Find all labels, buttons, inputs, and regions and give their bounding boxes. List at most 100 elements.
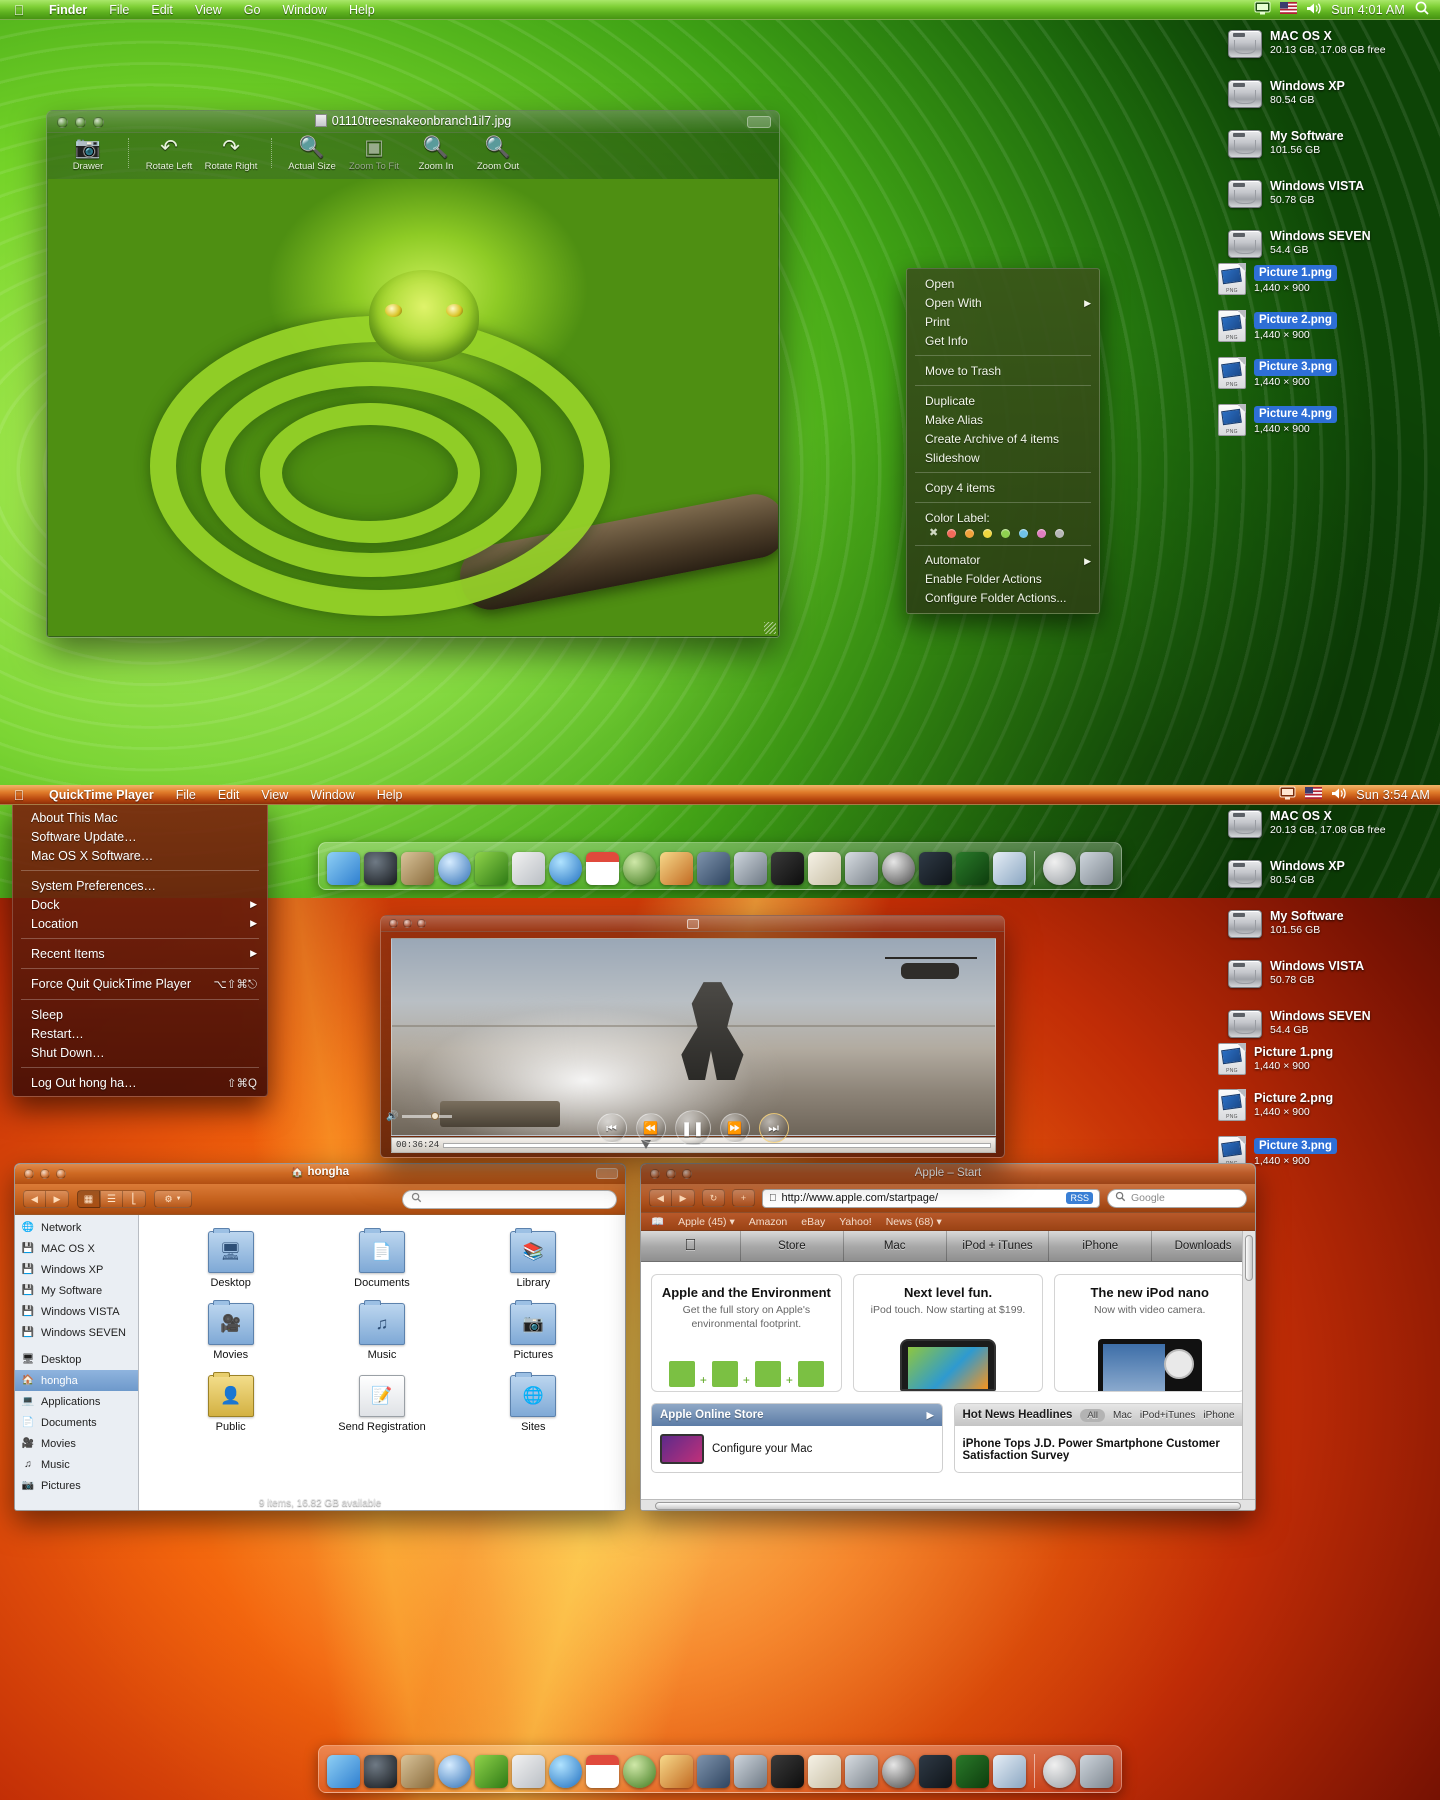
dock-icon-time-machine[interactable]: [623, 852, 656, 885]
finder-item-send-registration[interactable]: 📝 Send Registration: [306, 1375, 457, 1433]
color-swatch-purple[interactable]: [1037, 528, 1046, 538]
toolbar-actual-size-button[interactable]: 🔍 Actual Size: [281, 135, 343, 172]
preview-titlebar[interactable]: 01110treesnakeonbranch1il7.jpg: [47, 111, 779, 133]
sidebar-item-windows-vista[interactable]: 💾 Windows VISTA: [15, 1301, 138, 1322]
us-flag-icon[interactable]: [1280, 2, 1298, 17]
finder-item-documents[interactable]: 📄 Documents: [306, 1228, 457, 1289]
color-swatch-green[interactable]: [1001, 528, 1010, 538]
book-icon[interactable]: 📖: [651, 1215, 664, 1228]
apple-menu-item-software-update[interactable]: Software Update…: [13, 827, 267, 846]
column-view-button[interactable]: ⎣: [123, 1190, 146, 1208]
menu-item-file[interactable]: File: [165, 788, 207, 802]
dock-icon-preview[interactable]: [993, 852, 1026, 885]
context-menu-item-configure-folder-actions[interactable]: Configure Folder Actions...: [907, 589, 1099, 608]
color-swatch-yellow[interactable]: [983, 528, 992, 538]
context-menu-item-create-archive[interactable]: Create Archive of 4 items: [907, 429, 1099, 448]
pause-button[interactable]: ❚❚: [674, 1110, 711, 1146]
toolbar-zoom-out-button[interactable]: 🔍 Zoom Out: [467, 135, 529, 172]
menubar-clock[interactable]: Sun 3:54 AM: [1356, 788, 1430, 802]
dock-icon-ichat[interactable]: [475, 1755, 508, 1788]
forward-button[interactable]: ▶: [672, 1189, 695, 1207]
promo-environment[interactable]: Apple and the Environment Get the full s…: [651, 1274, 842, 1392]
finder-window[interactable]: 🏠hongha ◀ ▶ ▦ ☰ ⎣ ⚙▼ 🌐 Network �: [14, 1163, 626, 1511]
forward-button[interactable]: ▶: [46, 1190, 69, 1208]
promo-ipod-nano[interactable]: The new iPod nano Now with video camera.: [1054, 1274, 1246, 1392]
dock-icon-address-book[interactable]: [401, 852, 434, 885]
sidebar-item-hongha[interactable]: 🏠 hongha: [15, 1370, 138, 1391]
sidebar-item-pictures[interactable]: 📷 Pictures: [15, 1475, 138, 1496]
dock-icon-terminal[interactable]: [771, 852, 804, 885]
bookmark-ebay[interactable]: eBay: [801, 1216, 825, 1228]
dock-icon-spaces[interactable]: [697, 852, 730, 885]
chevron-right-icon[interactable]: ▶: [927, 1410, 934, 1421]
dock-icon-safari[interactable]: [438, 852, 471, 885]
safari-url-input[interactable]:  http://www.apple.com/startpage/ RSS: [762, 1188, 1100, 1208]
quicktime-titlebar[interactable]: [381, 916, 1004, 932]
context-menu-item-slideshow[interactable]: Slideshow: [907, 448, 1099, 467]
context-menu-item-automator[interactable]: Automator ▶: [907, 551, 1099, 570]
context-menu-item-open-with[interactable]: Open With ▶: [907, 293, 1099, 312]
hot-news-panel[interactable]: Hot News Headlines All Mac iPod+iTunes i…: [953, 1403, 1245, 1473]
desktop-drive-item[interactable]: MAC OS X 20.13 GB, 17.08 GB free: [1228, 28, 1428, 58]
safari-window[interactable]: Apple – Start ◀ ▶ ↻ +  http://www.apple…: [640, 1163, 1256, 1511]
dock-icon-mail[interactable]: [512, 1755, 545, 1788]
menu-item-help[interactable]: Help: [366, 788, 414, 802]
sidebar-item-my-software[interactable]: 💾 My Software: [15, 1280, 138, 1301]
safari-page-content[interactable]:  Store Mac iPod + iTunes iPhone Downloa…: [641, 1231, 1255, 1510]
menu-item-quicktime-player[interactable]: QuickTime Player: [38, 788, 165, 802]
list-view-button[interactable]: ☰: [100, 1190, 123, 1208]
finder-content-area[interactable]: 🖥 Desktop 📄 Documents 📚 Library 🎥 Movies…: [139, 1215, 625, 1510]
bookmark-amazon[interactable]: Amazon: [749, 1216, 788, 1228]
back-button[interactable]: ◀: [649, 1189, 672, 1207]
context-menu-item-open[interactable]: Open: [907, 274, 1099, 293]
sidebar-item-windows-seven[interactable]: 💾 Windows SEVEN: [15, 1322, 138, 1343]
desktop-drive-item[interactable]: My Software 101.56 GB: [1228, 128, 1428, 158]
apple-menu-icon[interactable]: : [0, 787, 38, 803]
dock-icon-quicktime[interactable]: [882, 1755, 915, 1788]
desktop-drive-item[interactable]: Windows SEVEN 54.4 GB: [1228, 228, 1428, 258]
rss-badge[interactable]: RSS: [1066, 1192, 1093, 1204]
apple-menu-item-restart[interactable]: Restart…: [13, 1024, 267, 1043]
dock-icon-ichat[interactable]: [475, 852, 508, 885]
dock-icon-activity-monitor[interactable]: [956, 1755, 989, 1788]
finder-nav-buttons[interactable]: ◀ ▶: [23, 1190, 69, 1208]
context-menu-item-get-info[interactable]: Get Info: [907, 331, 1099, 350]
color-swatch-blue[interactable]: [1019, 528, 1028, 538]
dock-icon-at-symbol[interactable]: [1043, 1755, 1076, 1788]
nav-tab-iphone[interactable]: iPhone: [1049, 1231, 1153, 1261]
finder-item-music[interactable]: ♫ Music: [306, 1300, 457, 1361]
toolbar-toggle-button[interactable]: [747, 116, 771, 128]
sidebar-item-desktop[interactable]: 🖥 Desktop: [15, 1349, 138, 1370]
desktop-drive-item[interactable]: My Software 101.56 GB: [1228, 908, 1428, 938]
menu-item-finder[interactable]: Finder: [38, 3, 98, 17]
apple-menu-item-sleep[interactable]: Sleep: [13, 1005, 267, 1024]
desktop-file-item[interactable]: PNG Picture 2.png 1,440 × 900: [1218, 309, 1428, 342]
menu-item-edit[interactable]: Edit: [207, 788, 251, 802]
no-color-label-icon[interactable]: ✖: [929, 527, 938, 538]
dock-icon-iphoto[interactable]: [660, 1755, 693, 1788]
menubar-clock[interactable]: Sun 4:01 AM: [1331, 3, 1405, 17]
menu-item-file[interactable]: File: [98, 3, 140, 17]
bottom-dock[interactable]: [318, 1745, 1122, 1793]
minimize-button[interactable]: [403, 919, 412, 928]
dock-icon-itunes[interactable]: [549, 852, 582, 885]
desktop-file-item[interactable]: PNG Picture 3.png 1,440 × 900: [1218, 356, 1428, 389]
dock-icon-terminal[interactable]: [771, 1755, 804, 1788]
back-button[interactable]: ◀: [23, 1190, 46, 1208]
volume-icon[interactable]: [1331, 787, 1347, 803]
finder-context-menu[interactable]: Open Open With ▶ Print Get Info Move to …: [906, 268, 1100, 614]
menu-item-go[interactable]: Go: [233, 3, 272, 17]
apple-menu-dropdown[interactable]: About This Mac Software Update… Mac OS X…: [12, 803, 268, 1097]
safari-horizontal-scrollbar[interactable]: [641, 1499, 1255, 1510]
window-traffic-lights[interactable]: [389, 919, 426, 928]
bookmark-apple[interactable]: Apple (45) ▾: [678, 1216, 735, 1228]
volume-icon[interactable]: [1306, 2, 1322, 18]
apple-menu-icon[interactable]: : [0, 2, 38, 18]
news-filter-mac[interactable]: Mac: [1113, 1410, 1132, 1421]
news-headline[interactable]: iPhone Tops J.D. Power Smartphone Custom…: [955, 1426, 1245, 1470]
color-swatch-orange[interactable]: [965, 528, 974, 538]
desktop-file-item[interactable]: PNG Picture 4.png 1,440 × 900: [1218, 403, 1428, 436]
store-panel-body[interactable]: Configure your Mac: [652, 1426, 942, 1472]
dock-icon-automator[interactable]: [734, 852, 767, 885]
context-menu-item-copy-items[interactable]: Copy 4 items: [907, 478, 1099, 497]
